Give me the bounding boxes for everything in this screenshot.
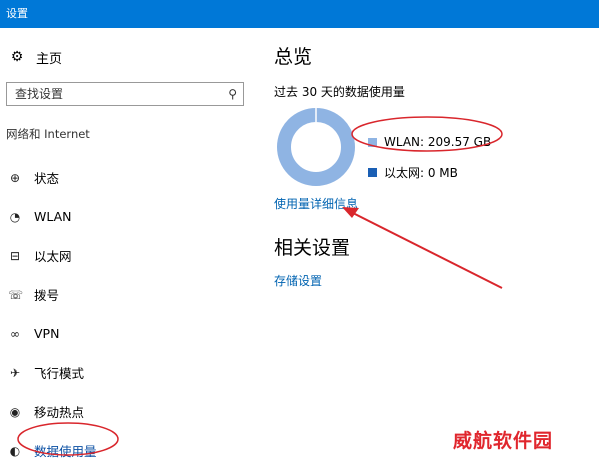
usage-donut-chart bbox=[277, 108, 355, 186]
legend-swatch bbox=[368, 167, 377, 177]
sidebar-item-label: 以太网 bbox=[34, 249, 72, 264]
sidebar-item-data-usage[interactable]: ◐ 数据使用量 bbox=[0, 431, 258, 470]
gear-icon: ⚙ bbox=[10, 49, 24, 65]
dialup-icon: ☏ bbox=[8, 287, 24, 302]
legend-swatch bbox=[368, 137, 377, 147]
usage-details-link[interactable]: 使用量详细信息 bbox=[274, 195, 358, 212]
section-title: 网络和 Internet bbox=[6, 127, 90, 141]
legend-label: WLAN: 209.57 GB bbox=[384, 135, 492, 149]
ethernet-icon: ⊟ bbox=[9, 248, 21, 263]
sidebar-nav: ⊕ 状态 ◔ WLAN ⊟ 以太网 ☏ 拨号 ∞ VPN ✈ 飞行模式 ◉ 移动… bbox=[0, 158, 258, 470]
sidebar-item-wlan[interactable]: ◔ WLAN bbox=[0, 197, 258, 236]
sidebar-item-label: 拨号 bbox=[34, 288, 60, 303]
sidebar-item-status[interactable]: ⊕ 状态 bbox=[0, 158, 258, 197]
sidebar-item-airplane[interactable]: ✈ 飞行模式 bbox=[0, 353, 258, 392]
storage-settings-link[interactable]: 存储设置 bbox=[274, 272, 322, 289]
hotspot-icon: ◉ bbox=[9, 404, 21, 419]
page-title: 总览 bbox=[274, 46, 313, 68]
search-box[interactable]: ⚲ bbox=[6, 82, 244, 106]
sidebar-item-label: 状态 bbox=[34, 171, 60, 186]
airplane-icon: ✈ bbox=[9, 365, 21, 380]
search-icon[interactable]: ⚲ bbox=[228, 87, 237, 101]
sidebar-item-label: 主页 bbox=[36, 51, 63, 67]
vpn-icon: ∞ bbox=[10, 326, 20, 341]
sidebar-item-label: 数据使用量 bbox=[34, 444, 97, 459]
annotation-arrow-line bbox=[346, 209, 503, 289]
sidebar-item-ethernet[interactable]: ⊟ 以太网 bbox=[0, 236, 258, 275]
sidebar-item-dialup[interactable]: ☏ 拨号 bbox=[0, 275, 258, 314]
sidebar-item-vpn[interactable]: ∞ VPN bbox=[0, 314, 258, 353]
search-input[interactable] bbox=[13, 86, 229, 102]
watermark: 威航软件园 bbox=[453, 430, 554, 452]
sidebar: ⚙ 主页 ⚲ 网络和 Internet ⊕ 状态 ◔ WLAN ⊟ 以太网 ☏ … bbox=[0, 28, 258, 465]
legend-item-ethernet: 以太网: 0 MB bbox=[368, 157, 491, 187]
legend-item-wlan: WLAN: 209.57 GB bbox=[368, 127, 491, 157]
wifi-icon: ◔ bbox=[9, 209, 21, 224]
sidebar-item-label: WLAN bbox=[34, 209, 72, 224]
window-title: 设置 bbox=[0, 0, 599, 28]
related-settings-title: 相关设置 bbox=[274, 237, 351, 259]
usage-legend: WLAN: 209.57 GB 以太网: 0 MB bbox=[368, 127, 491, 187]
sidebar-item-home[interactable]: ⚙ 主页 bbox=[8, 46, 62, 68]
donut-wlan-segment bbox=[277, 108, 355, 186]
sidebar-item-label: 飞行模式 bbox=[34, 366, 85, 381]
data-usage-icon: ◐ bbox=[9, 443, 21, 458]
legend-label: 以太网: 0 MB bbox=[384, 165, 458, 180]
globe-icon: ⊕ bbox=[9, 170, 21, 185]
sidebar-item-label: VPN bbox=[34, 326, 60, 341]
usage-period-label: 过去 30 天的数据使用量 bbox=[274, 85, 405, 99]
sidebar-item-hotspot[interactable]: ◉ 移动热点 bbox=[0, 392, 258, 431]
sidebar-item-label: 移动热点 bbox=[34, 405, 85, 420]
